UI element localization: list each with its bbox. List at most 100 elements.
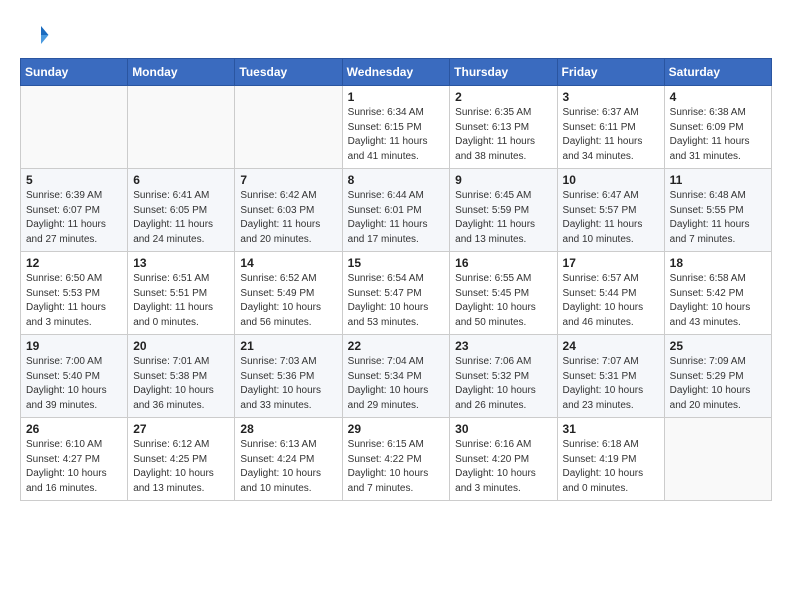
day-cell: 15Sunrise: 6:54 AM Sunset: 5:47 PM Dayli… xyxy=(342,252,450,335)
day-cell: 24Sunrise: 7:07 AM Sunset: 5:31 PM Dayli… xyxy=(557,335,664,418)
day-number: 11 xyxy=(670,173,766,187)
day-cell: 29 Sunrise: 6:15 AM Sunset: 4:22 PM Dayli… xyxy=(342,418,450,501)
day-cell: 12 Sunrise: 6:50 AM Sunset: 5:53 PM Dayli… xyxy=(21,252,128,335)
day-info: Sunrise: 7:04 AM Sunset: 5:34 PM Dayligh… xyxy=(348,355,445,413)
calendar-table: SundayMondayTuesdayWednesdayThursdayFrid… xyxy=(20,58,772,501)
day-cell: 4Sunrise: 6:38 AM Sunset: 6:09 PM Daylig… xyxy=(664,86,771,169)
page: SundayMondayTuesdayWednesdayThursdayFrid… xyxy=(0,0,792,511)
day-info: Sunrise: 6:16 AM Sunset: 4:20 PM Dayligh… xyxy=(455,438,551,496)
day-number: 21 xyxy=(240,339,336,353)
day-cell: 14Sunrise: 6:52 AM Sunset: 5:49 PM Dayli… xyxy=(235,252,342,335)
day-cell: 28 Sunrise: 6:13 AM Sunset: 4:24 PM Dayli… xyxy=(235,418,342,501)
header xyxy=(20,20,772,50)
day-info: Sunrise: 6:39 AM Sunset: 6:07 PM Dayligh… xyxy=(26,189,122,247)
day-number: 9 xyxy=(455,173,551,187)
day-cell: 7 Sunrise: 6:42 AM Sunset: 6:03 PM Daylig… xyxy=(235,169,342,252)
day-cell: 11 Sunrise: 6:48 AM Sunset: 5:55 PM Dayli… xyxy=(664,169,771,252)
day-info: Sunrise: 6:58 AM Sunset: 5:42 PM Dayligh… xyxy=(670,272,766,330)
day-info: Sunrise: 6:10 AM Sunset: 4:27 PM Dayligh… xyxy=(26,438,122,496)
day-number: 24 xyxy=(563,339,659,353)
day-number: 8 xyxy=(348,173,445,187)
col-header-saturday: Saturday xyxy=(664,59,771,86)
day-number: 18 xyxy=(670,256,766,270)
day-cell: 17 Sunrise: 6:57 AM Sunset: 5:44 PM Dayli… xyxy=(557,252,664,335)
day-info: Sunrise: 6:50 AM Sunset: 5:53 PM Dayligh… xyxy=(26,272,122,330)
day-cell: 25 Sunrise: 7:09 AM Sunset: 5:29 PM Dayli… xyxy=(664,335,771,418)
day-number: 29 xyxy=(348,422,445,436)
week-row-2: 5 Sunrise: 6:39 AM Sunset: 6:07 PM Daylig… xyxy=(21,169,772,252)
day-info: Sunrise: 6:57 AM Sunset: 5:44 PM Dayligh… xyxy=(563,272,659,330)
day-cell: 2 Sunrise: 6:35 AM Sunset: 6:13 PM Daylig… xyxy=(450,86,557,169)
day-cell: 3 Sunrise: 6:37 AM Sunset: 6:11 PM Daylig… xyxy=(557,86,664,169)
day-number: 22 xyxy=(348,339,445,353)
day-cell: 22 Sunrise: 7:04 AM Sunset: 5:34 PM Dayli… xyxy=(342,335,450,418)
day-info: Sunrise: 6:41 AM Sunset: 6:05 PM Dayligh… xyxy=(133,189,229,247)
day-cell: 27 Sunrise: 6:12 AM Sunset: 4:25 PM Dayli… xyxy=(128,418,235,501)
day-number: 27 xyxy=(133,422,229,436)
day-cell: 20 Sunrise: 7:01 AM Sunset: 5:38 PM Dayli… xyxy=(128,335,235,418)
day-number: 23 xyxy=(455,339,551,353)
day-cell xyxy=(21,86,128,169)
day-cell: 6 Sunrise: 6:41 AM Sunset: 6:05 PM Daylig… xyxy=(128,169,235,252)
day-info: Sunrise: 6:18 AM Sunset: 4:19 PM Dayligh… xyxy=(563,438,659,496)
day-cell: 18 Sunrise: 6:58 AM Sunset: 5:42 PM Dayli… xyxy=(664,252,771,335)
day-number: 20 xyxy=(133,339,229,353)
day-number: 2 xyxy=(455,90,551,104)
day-info: Sunrise: 6:34 AM Sunset: 6:15 PM Dayligh… xyxy=(348,106,445,164)
day-number: 19 xyxy=(26,339,122,353)
day-info: Sunrise: 7:01 AM Sunset: 5:38 PM Dayligh… xyxy=(133,355,229,413)
day-info: Sunrise: 6:35 AM Sunset: 6:13 PM Dayligh… xyxy=(455,106,551,164)
day-number: 7 xyxy=(240,173,336,187)
day-info: Sunrise: 6:52 AM Sunset: 5:49 PM Dayligh… xyxy=(240,272,336,330)
day-cell: 5 Sunrise: 6:39 AM Sunset: 6:07 PM Daylig… xyxy=(21,169,128,252)
day-cell: 30 Sunrise: 6:16 AM Sunset: 4:20 PM Dayli… xyxy=(450,418,557,501)
day-info: Sunrise: 6:55 AM Sunset: 5:45 PM Dayligh… xyxy=(455,272,551,330)
day-info: Sunrise: 6:13 AM Sunset: 4:24 PM Dayligh… xyxy=(240,438,336,496)
day-cell: 23 Sunrise: 7:06 AM Sunset: 5:32 PM Dayli… xyxy=(450,335,557,418)
day-number: 30 xyxy=(455,422,551,436)
day-cell: 9Sunrise: 6:45 AM Sunset: 5:59 PM Daylig… xyxy=(450,169,557,252)
day-info: Sunrise: 6:47 AM Sunset: 5:57 PM Dayligh… xyxy=(563,189,659,247)
day-cell: 26 Sunrise: 6:10 AM Sunset: 4:27 PM Dayli… xyxy=(21,418,128,501)
day-number: 6 xyxy=(133,173,229,187)
col-header-wednesday: Wednesday xyxy=(342,59,450,86)
col-header-tuesday: Tuesday xyxy=(235,59,342,86)
day-number: 26 xyxy=(26,422,122,436)
day-number: 4 xyxy=(670,90,766,104)
day-cell xyxy=(664,418,771,501)
day-info: Sunrise: 6:37 AM Sunset: 6:11 PM Dayligh… xyxy=(563,106,659,164)
day-cell: 8 Sunrise: 6:44 AM Sunset: 6:01 PM Daylig… xyxy=(342,169,450,252)
day-info: Sunrise: 6:44 AM Sunset: 6:01 PM Dayligh… xyxy=(348,189,445,247)
day-info: Sunrise: 6:12 AM Sunset: 4:25 PM Dayligh… xyxy=(133,438,229,496)
day-number: 10 xyxy=(563,173,659,187)
day-cell: 13 Sunrise: 6:51 AM Sunset: 5:51 PM Dayli… xyxy=(128,252,235,335)
calendar-header-row: SundayMondayTuesdayWednesdayThursdayFrid… xyxy=(21,59,772,86)
day-info: Sunrise: 6:54 AM Sunset: 5:47 PM Dayligh… xyxy=(348,272,445,330)
day-info: Sunrise: 7:00 AM Sunset: 5:40 PM Dayligh… xyxy=(26,355,122,413)
day-number: 28 xyxy=(240,422,336,436)
day-cell: 31Sunrise: 6:18 AM Sunset: 4:19 PM Dayli… xyxy=(557,418,664,501)
col-header-monday: Monday xyxy=(128,59,235,86)
week-row-5: 26 Sunrise: 6:10 AM Sunset: 4:27 PM Dayli… xyxy=(21,418,772,501)
day-cell: 10 Sunrise: 6:47 AM Sunset: 5:57 PM Dayli… xyxy=(557,169,664,252)
day-info: Sunrise: 7:03 AM Sunset: 5:36 PM Dayligh… xyxy=(240,355,336,413)
col-header-sunday: Sunday xyxy=(21,59,128,86)
logo xyxy=(20,20,54,50)
day-cell xyxy=(128,86,235,169)
day-number: 3 xyxy=(563,90,659,104)
day-number: 12 xyxy=(26,256,122,270)
week-row-4: 19 Sunrise: 7:00 AM Sunset: 5:40 PM Dayli… xyxy=(21,335,772,418)
day-number: 17 xyxy=(563,256,659,270)
day-info: Sunrise: 7:06 AM Sunset: 5:32 PM Dayligh… xyxy=(455,355,551,413)
day-number: 16 xyxy=(455,256,551,270)
day-info: Sunrise: 7:09 AM Sunset: 5:29 PM Dayligh… xyxy=(670,355,766,413)
day-info: Sunrise: 6:15 AM Sunset: 4:22 PM Dayligh… xyxy=(348,438,445,496)
day-info: Sunrise: 6:51 AM Sunset: 5:51 PM Dayligh… xyxy=(133,272,229,330)
day-number: 5 xyxy=(26,173,122,187)
day-number: 1 xyxy=(348,90,445,104)
day-info: Sunrise: 6:48 AM Sunset: 5:55 PM Dayligh… xyxy=(670,189,766,247)
day-info: Sunrise: 6:42 AM Sunset: 6:03 PM Dayligh… xyxy=(240,189,336,247)
day-number: 25 xyxy=(670,339,766,353)
col-header-friday: Friday xyxy=(557,59,664,86)
day-number: 13 xyxy=(133,256,229,270)
